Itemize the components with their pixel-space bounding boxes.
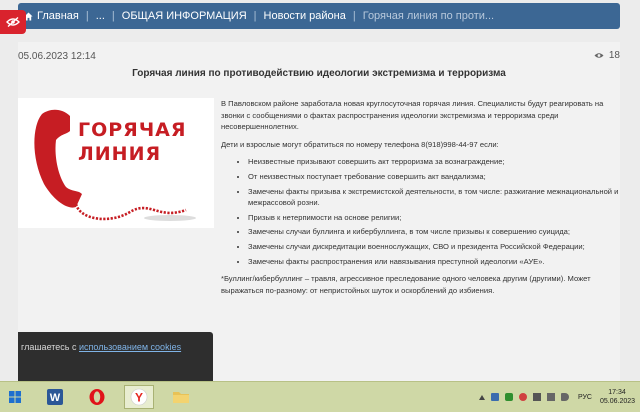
- cookie-policy-link[interactable]: использованием cookies: [79, 342, 181, 352]
- hotline-image-line2: ЛИНИЯ: [78, 143, 162, 165]
- list-item: От неизвестных поступает требование сове…: [248, 171, 620, 183]
- list-item: Призыв к нетерпимости на основе религии;: [248, 212, 620, 224]
- breadcrumb-home-label: Главная: [37, 10, 79, 22]
- list-item: Неизвестные призывают совершить акт терр…: [248, 156, 620, 168]
- hotline-image: ГОРЯЧАЯ ЛИНИЯ: [18, 98, 214, 228]
- network-icon[interactable]: [546, 393, 555, 401]
- breadcrumb: Главная | ... | ОБЩАЯ ИНФОРМАЦИЯ | Новос…: [18, 3, 620, 29]
- view-count-value: 18: [608, 50, 620, 61]
- breadcrumb-district-news[interactable]: Новости района: [258, 10, 352, 22]
- clock-time: 17:34: [608, 389, 626, 396]
- conditions-list: Неизвестные призывают совершить акт терр…: [221, 156, 620, 267]
- breadcrumb-general-info[interactable]: ОБЩАЯ ИНФОРМАЦИЯ: [116, 10, 253, 22]
- yandex-browser-icon: Y: [130, 388, 148, 406]
- breadcrumb-home[interactable]: Главная: [18, 10, 85, 22]
- list-item: Замечены факты призыва к экстремистской …: [248, 186, 620, 209]
- article-body: В Павловском районе заработала новая кру…: [221, 98, 620, 302]
- breadcrumb-ellipsis[interactable]: ...: [90, 10, 111, 22]
- taskbar-yandex-button[interactable]: Y: [124, 385, 154, 409]
- article-title: Горячая линия по противодействию идеолог…: [132, 68, 506, 79]
- taskbar: W Y РУС 17:34 05.06.2023: [0, 381, 640, 412]
- windows-logo-icon: [9, 391, 21, 403]
- svg-text:W: W: [50, 392, 61, 404]
- view-count: 18: [594, 50, 620, 61]
- tray-app-icon[interactable]: [490, 393, 499, 401]
- opera-icon: [89, 389, 105, 405]
- word-icon: W: [47, 389, 63, 405]
- taskbar-opera-button[interactable]: [82, 385, 112, 409]
- clock[interactable]: 17:34 05.06.2023: [600, 388, 636, 406]
- keyboard-language[interactable]: РУС: [578, 394, 592, 401]
- article: 05.06.2023 12:14 18 Горячая линия по про…: [18, 42, 620, 392]
- breadcrumb-current: Горячая линия по проти...: [362, 10, 495, 22]
- page: Главная | ... | ОБЩАЯ ИНФОРМАЦИЯ | Новос…: [0, 0, 640, 392]
- taskbar-word-button[interactable]: W: [40, 385, 70, 409]
- list-item: Замечены факты распространения или навяз…: [248, 256, 620, 268]
- article-intro: В Павловском районе заработала новая кру…: [221, 99, 604, 132]
- eye-slash-icon: [6, 17, 20, 27]
- svg-text:Y: Y: [135, 391, 143, 405]
- list-item: Замечены случаи буллинга и кибербуллинга…: [248, 226, 620, 238]
- article-phone-text: Дети и взрослые могут обратиться по номе…: [221, 139, 499, 149]
- taskbar-explorer-button[interactable]: [166, 385, 196, 409]
- volume-icon[interactable]: [560, 393, 569, 401]
- tray-update-icon[interactable]: [518, 393, 527, 401]
- article-footnote: *Буллинг/кибербуллинг – травля, агрессив…: [221, 274, 591, 295]
- hotline-image-line1: ГОРЯЧАЯ: [78, 119, 187, 141]
- clock-date: 05.06.2023: [600, 398, 636, 405]
- eye-icon: [594, 53, 604, 58]
- tray-flag-icon[interactable]: [532, 393, 541, 401]
- cookie-notice-text: глашаетесь с использованием cookies: [21, 342, 181, 352]
- tray-arrow-icon[interactable]: [478, 394, 485, 400]
- list-item: Замечены случаи дискредитации военнослуж…: [248, 241, 620, 253]
- hotline-image-text: ГОРЯЧАЯ ЛИНИЯ: [78, 118, 210, 166]
- publish-date: 05.06.2023 12:14: [18, 51, 96, 62]
- tray-security-icon[interactable]: [504, 393, 513, 401]
- accessibility-toggle-button[interactable]: [0, 10, 26, 34]
- cookie-notice-label: глашаетесь с: [21, 342, 79, 352]
- system-tray: РУС 17:34 05.06.2023: [476, 382, 640, 412]
- start-button[interactable]: [0, 385, 30, 409]
- folder-icon: [173, 392, 189, 403]
